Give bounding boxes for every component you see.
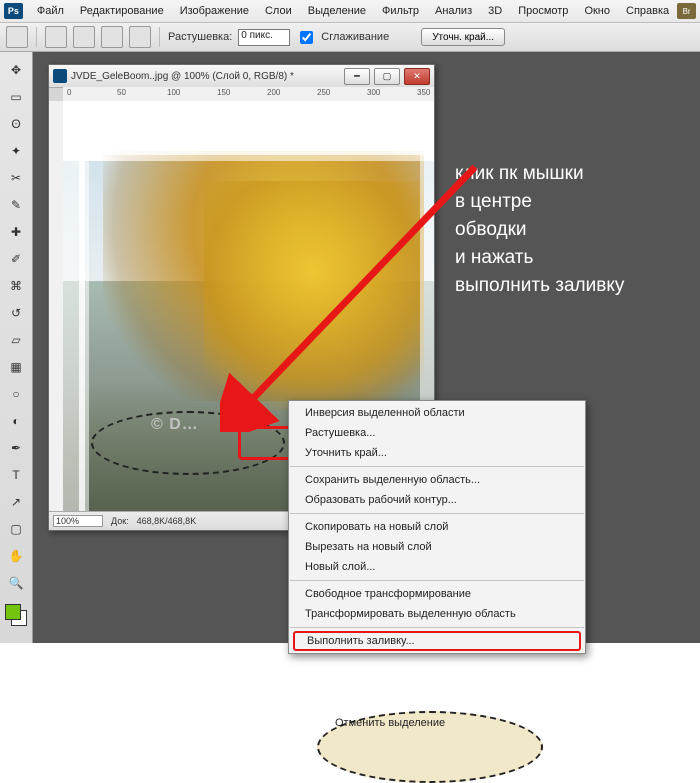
titlebar[interactable]: JVDE_GeleBoom..jpg @ 100% (Слой 0, RGB/8…	[49, 65, 434, 88]
minimize-button[interactable]: ━	[344, 68, 370, 85]
ruler-mark: 150	[217, 88, 230, 97]
menu-image[interactable]: Изображение	[172, 2, 257, 20]
maximize-button[interactable]: ▢	[374, 68, 400, 85]
zoom-field[interactable]: 100%	[53, 515, 103, 527]
menu-help[interactable]: Справка	[618, 2, 677, 20]
antialias-label: Сглаживание	[321, 31, 389, 43]
options-bar: Растушевка: 0 пикс. Сглаживание Уточн. к…	[0, 23, 700, 52]
tool-hand[interactable]: ✋	[3, 544, 29, 568]
ctx-save-selection[interactable]: Сохранить выделенную область...	[289, 470, 585, 490]
bridge-icon[interactable]: Br	[677, 3, 696, 19]
current-tool-icon[interactable]	[6, 26, 28, 48]
anno-line: в центре	[455, 188, 685, 216]
tool-zoom[interactable]: 🔍	[3, 571, 29, 595]
ruler-horizontal[interactable]: 0 50 100 150 200 250 300 350	[63, 87, 434, 102]
feather-label: Растушевка:	[168, 31, 232, 43]
selection-mode-sub-icon[interactable]	[101, 26, 123, 48]
menu-file[interactable]: Файл	[29, 2, 72, 20]
ctx-new-layer[interactable]: Новый слой...	[289, 557, 585, 577]
doc-size-value: 468,8K/468,8K	[137, 516, 197, 526]
tool-gradient[interactable]: ▦	[3, 355, 29, 379]
menu-filter[interactable]: Фильтр	[374, 2, 427, 20]
ctx-feather[interactable]: Растушевка...	[289, 423, 585, 443]
ctx-refine[interactable]: Уточнить край...	[289, 443, 585, 463]
selection-mode-add-icon[interactable]	[73, 26, 95, 48]
ctx-fill[interactable]: Выполнить заливку...	[293, 631, 581, 651]
anno-line: обводки	[455, 216, 685, 244]
tool-palette: ✥ ▭ ʘ ✦ ✂ ✎ ✚ ✐ ⌘ ↺ ▱ ▦ ○ ◐ ✒ T ↗ ▢ ✋ 🔍	[0, 52, 33, 643]
ruler-mark: 200	[267, 88, 280, 97]
tool-eyedropper[interactable]: ✎	[3, 193, 29, 217]
tool-blur[interactable]: ○	[3, 382, 29, 406]
selection-mode-new-icon[interactable]	[45, 26, 67, 48]
annotation-text: клик пк мышки в центре обводки и нажать …	[455, 160, 685, 300]
tool-heal[interactable]: ✚	[3, 220, 29, 244]
menu-layers[interactable]: Слои	[257, 2, 300, 20]
doc-title: JVDE_GeleBoom..jpg @ 100% (Слой 0, RGB/8…	[71, 71, 340, 82]
tool-history[interactable]: ↺	[3, 301, 29, 325]
refine-edge-button[interactable]: Уточн. край...	[421, 28, 505, 46]
ctx-layer-via-cut[interactable]: Вырезать на новый слой	[289, 537, 585, 557]
ctx-inverse[interactable]: Инверсия выделенной области	[289, 403, 585, 423]
tool-pen[interactable]: ✒	[3, 436, 29, 460]
ruler-mark: 100	[167, 88, 180, 97]
tool-rect[interactable]: ▢	[3, 517, 29, 541]
fg-color-swatch[interactable]	[5, 604, 21, 620]
tool-type[interactable]: T	[3, 463, 29, 487]
tool-wand[interactable]: ✦	[3, 139, 29, 163]
tool-move[interactable]: ✥	[3, 58, 29, 82]
feather-input[interactable]: 0 пикс.	[238, 29, 290, 46]
menu-window[interactable]: Окно	[576, 2, 618, 20]
workspace: ✥ ▭ ʘ ✦ ✂ ✎ ✚ ✐ ⌘ ↺ ▱ ▦ ○ ◐ ✒ T ↗ ▢ ✋ 🔍 …	[0, 52, 700, 643]
ctx-deselect[interactable]: Отменить выделение	[317, 711, 543, 783]
tool-marquee[interactable]: ▭	[3, 85, 29, 109]
ctx-layer-via-copy[interactable]: Скопировать на новый слой	[289, 517, 585, 537]
context-menu: Отменить выделение Инверсия выделенной о…	[288, 400, 586, 654]
ruler-mark: 0	[67, 88, 71, 97]
tool-eraser[interactable]: ▱	[3, 328, 29, 352]
ruler-mark: 300	[367, 88, 380, 97]
menu-select[interactable]: Выделение	[300, 2, 374, 20]
menubar: Ps Файл Редактирование Изображение Слои …	[0, 0, 700, 23]
tool-path[interactable]: ↗	[3, 490, 29, 514]
anno-line: клик пк мышки	[455, 160, 685, 188]
ctx-free-transform[interactable]: Свободное трансформирование	[289, 584, 585, 604]
menu-view[interactable]: Просмотр	[510, 2, 576, 20]
tool-lasso[interactable]: ʘ	[3, 112, 29, 136]
tool-crop[interactable]: ✂	[3, 166, 29, 190]
image-foliage	[204, 181, 424, 411]
close-button[interactable]: ✕	[404, 68, 430, 85]
doc-icon	[53, 69, 67, 83]
anno-line: выполнить заливку	[455, 272, 685, 300]
color-swatches[interactable]	[5, 604, 27, 626]
ruler-mark: 50	[117, 88, 126, 97]
tool-dodge[interactable]: ◐	[3, 409, 29, 433]
ruler-vertical[interactable]	[49, 101, 64, 512]
ruler-mark: 350	[417, 88, 430, 97]
menu-edit[interactable]: Редактирование	[72, 2, 172, 20]
tool-stamp[interactable]: ⌘	[3, 274, 29, 298]
ruler-mark: 250	[317, 88, 330, 97]
ctx-make-workpath[interactable]: Образовать рабочий контур...	[289, 490, 585, 510]
tool-brush[interactable]: ✐	[3, 247, 29, 271]
antialias-checkbox[interactable]	[300, 31, 313, 44]
app-logo-icon: Ps	[4, 3, 23, 19]
anno-line: и нажать	[455, 244, 685, 272]
ctx-transform-selection[interactable]: Трансформировать выделенную область	[289, 604, 585, 624]
doc-size-label: Док:	[111, 516, 129, 526]
menu-3d[interactable]: 3D	[480, 2, 510, 20]
menu-analysis[interactable]: Анализ	[427, 2, 480, 20]
selection-mode-intersect-icon[interactable]	[129, 26, 151, 48]
